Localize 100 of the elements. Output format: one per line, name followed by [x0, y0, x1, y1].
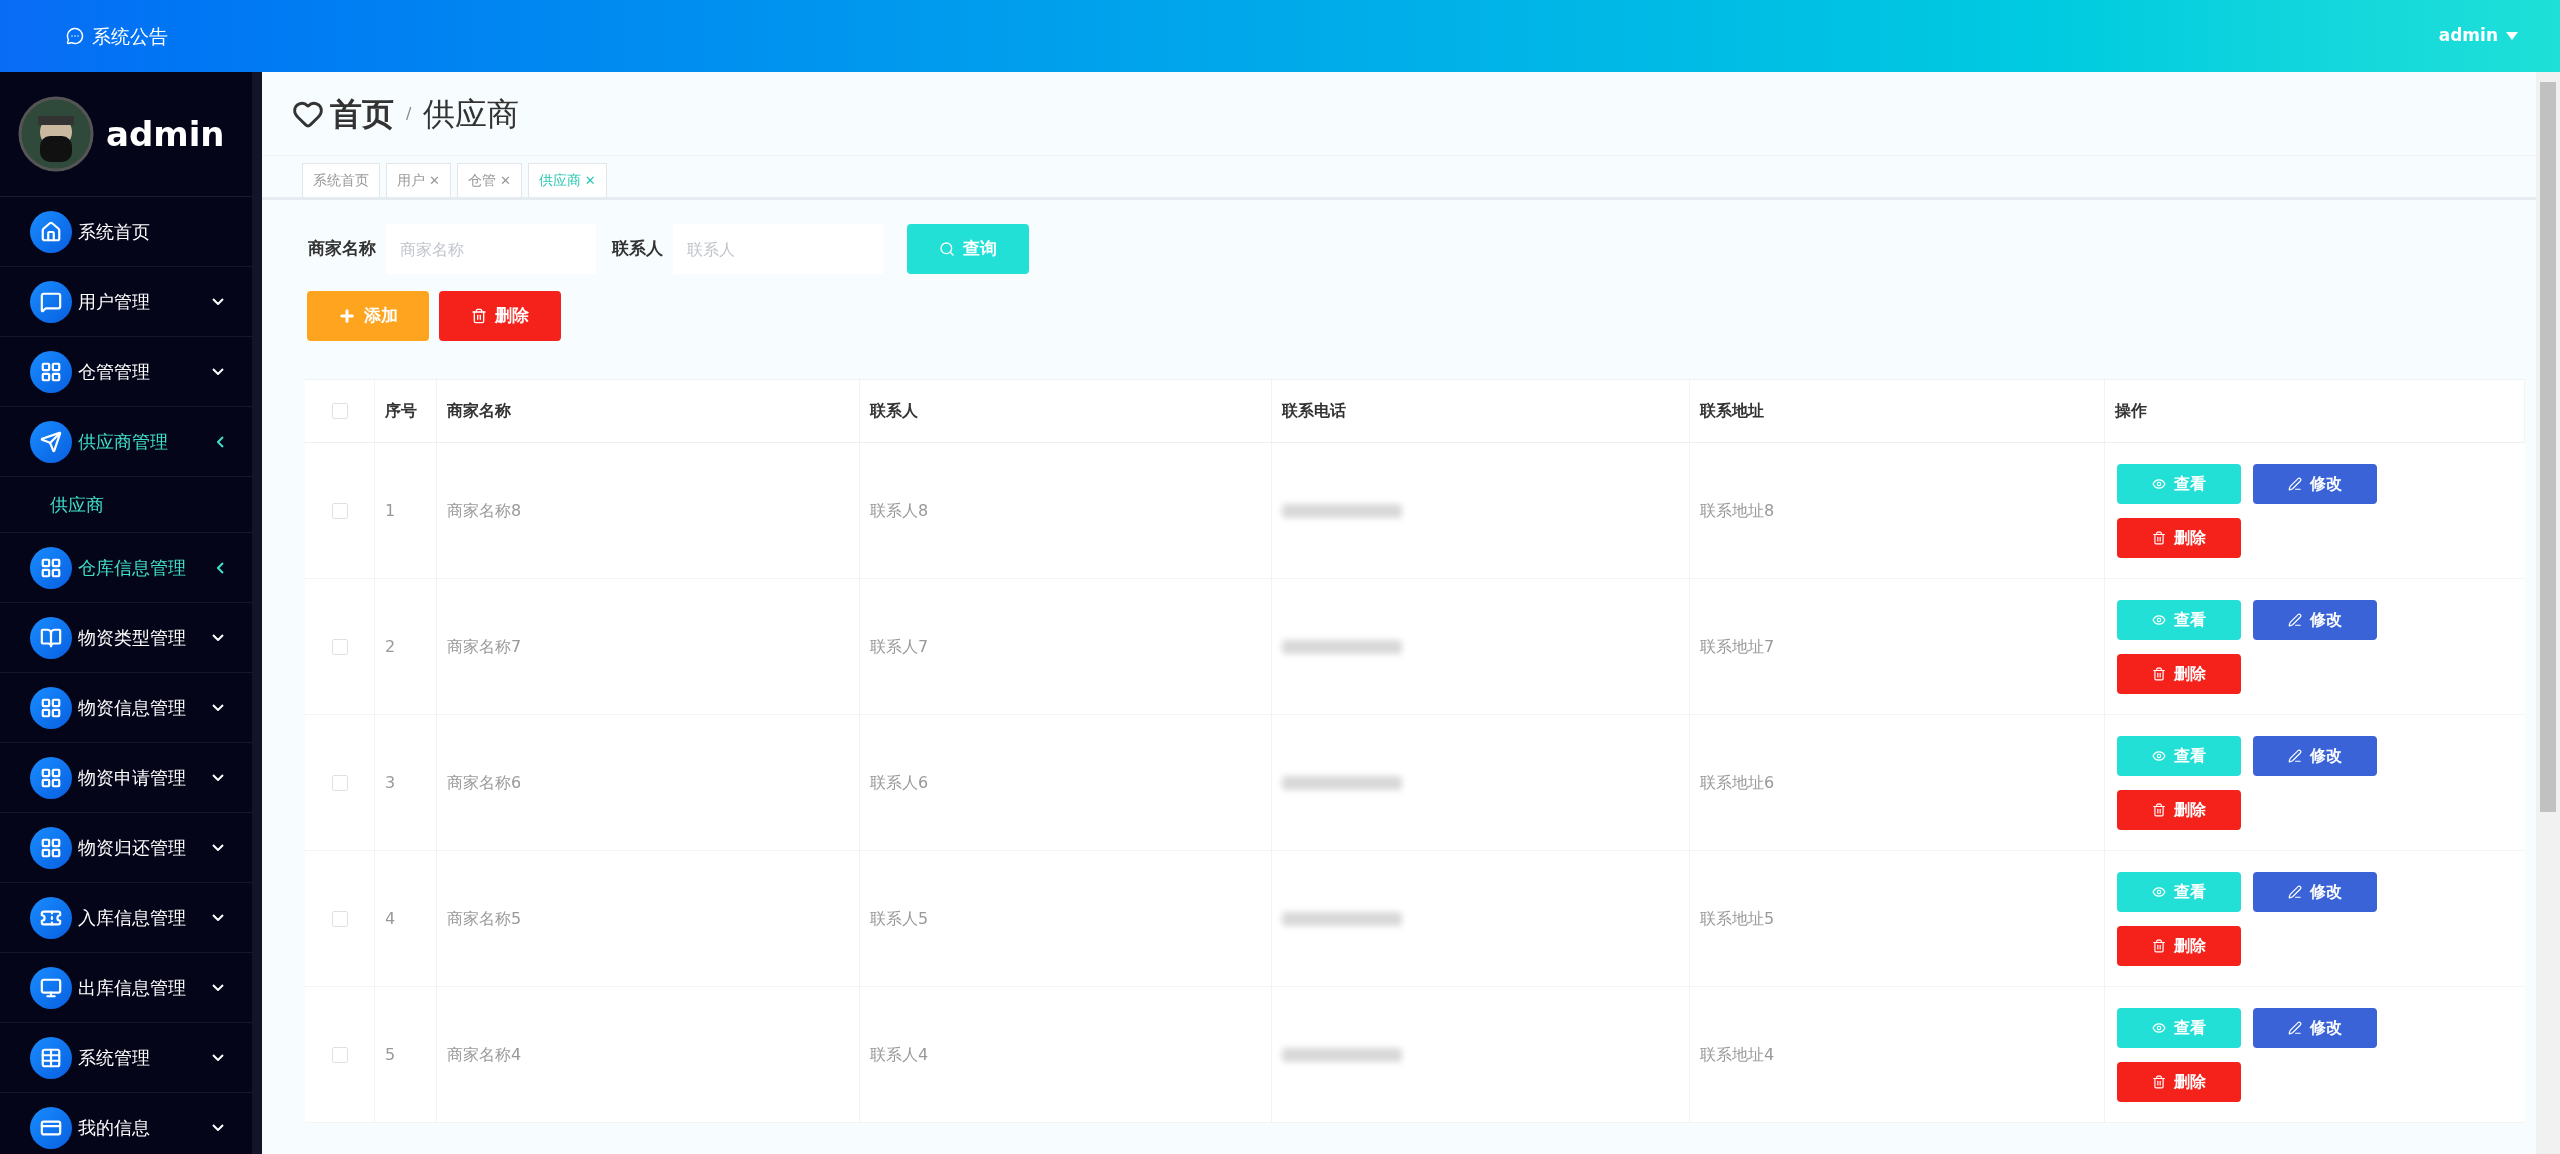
close-icon: ✕ [499, 170, 511, 191]
sidebar-item[interactable]: 供应商管理 [0, 407, 252, 477]
row-checkbox[interactable] [331, 502, 348, 519]
ticket-icon [30, 896, 72, 939]
table-cell-text: 联系地址6 [1700, 771, 1775, 794]
sidebar-item[interactable]: 系统首页 [0, 197, 252, 267]
sidebar-item[interactable]: 物资信息管理 [0, 673, 252, 743]
chat-bubble-icon [66, 27, 84, 45]
row-checkbox[interactable] [331, 910, 348, 927]
grid-icon [30, 686, 72, 729]
table-icon [30, 1036, 72, 1079]
monitor-icon [30, 966, 72, 1009]
table-cell-text: 联系地址8 [1700, 499, 1775, 522]
chevron-left-icon [217, 435, 224, 448]
table-cell-text: 联系人5 [870, 907, 929, 930]
sidebar-username: admin [106, 112, 225, 156]
field-label: 联系人 [612, 237, 663, 261]
page-tab[interactable]: 系统首页 [302, 163, 380, 197]
table-cell-text: 2 [385, 635, 396, 658]
breadcrumb-separator: / [406, 102, 412, 125]
select-all-checkbox[interactable] [331, 403, 348, 419]
breadcrumb-current: 供应商 [423, 93, 520, 135]
edit-button[interactable]: 修改 [2253, 871, 2377, 912]
table-cell-text: 商家名称6 [447, 771, 522, 794]
grid-icon [30, 756, 72, 799]
table-cell-text: 商家名称8 [447, 499, 522, 522]
sidebar-item[interactable]: 系统管理 [0, 1023, 252, 1093]
eye-icon [2152, 748, 2166, 763]
breadcrumb-home[interactable]: 首页 [330, 89, 394, 138]
scrollbar-thumb[interactable] [2540, 82, 2556, 812]
chevron-down-icon [212, 634, 224, 641]
announcement-button[interactable]: 系统公告 [66, 21, 168, 51]
eye-icon [2152, 884, 2166, 899]
plus-icon [338, 307, 356, 325]
column-header: 商家名称 [447, 400, 511, 422]
search-field[interactable]: 商家名称 [386, 224, 596, 274]
table-cell-text: 3 [385, 771, 396, 794]
row-delete-button[interactable]: 删除 [2117, 653, 2241, 694]
pen-icon [2288, 476, 2302, 491]
column-header: 操作 [2115, 400, 2147, 422]
sidebar-item[interactable]: 物资类型管理 [0, 603, 252, 673]
table-cell-text: 联系地址5 [1700, 907, 1775, 930]
chevron-down-icon [212, 774, 224, 781]
row-checkbox[interactable] [331, 638, 348, 655]
chevron-down-icon [212, 1124, 224, 1131]
sidebar-item[interactable]: 我的信息 [0, 1093, 252, 1154]
field-label: 商家名称 [308, 237, 376, 261]
card-icon [30, 1106, 72, 1149]
table-cell-text: 联系人8 [870, 499, 929, 522]
row-delete-button[interactable]: 删除 [2117, 517, 2241, 558]
table-cell-text: 商家名称7 [447, 635, 522, 658]
sidebar-subitem[interactable]: 供应商 [0, 477, 252, 533]
page-tab[interactable]: 仓管 ✕ [456, 163, 522, 197]
edit-button[interactable]: 修改 [2253, 735, 2377, 776]
close-icon: ✕ [584, 170, 596, 191]
house-icon [30, 210, 72, 253]
table-cell-text: 联系人4 [870, 1043, 929, 1066]
edit-button[interactable]: 修改 [2253, 1007, 2377, 1048]
sidebar-item[interactable]: 用户管理 [0, 267, 252, 337]
row-checkbox[interactable] [331, 1046, 348, 1063]
caret-icon [2506, 32, 2518, 40]
close-icon: ✕ [429, 170, 440, 191]
book-icon [30, 616, 72, 659]
search-field[interactable]: 联系人 [673, 224, 883, 274]
chevron-down-icon [212, 368, 224, 375]
sidebar-item[interactable]: 物资申请管理 [0, 743, 252, 813]
table-cell-text: 1 [385, 499, 396, 522]
column-header: 联系电话 [1282, 400, 1346, 422]
table-cell-text: 联系地址4 [1700, 1043, 1775, 1066]
page-tab[interactable]: 用户 ✕ [386, 163, 451, 197]
eye-icon [2152, 612, 2166, 627]
column-header: 序号 [385, 400, 417, 422]
chat-icon [30, 280, 72, 323]
row-delete-button[interactable]: 删除 [2117, 925, 2241, 966]
paper-plane-icon [30, 420, 72, 463]
delete-button[interactable]: 删除 [439, 291, 561, 341]
sidebar-item[interactable]: 物资归还管理 [0, 813, 252, 883]
row-checkbox[interactable] [331, 774, 348, 791]
trash-icon [2152, 938, 2166, 953]
trash-icon [2152, 530, 2166, 545]
trash-icon [2152, 802, 2166, 817]
table-cell-text: 联系地址7 [1700, 635, 1775, 658]
sidebar-item[interactable]: 出库信息管理 [0, 953, 252, 1023]
chevron-down-icon [212, 298, 224, 305]
row-delete-button[interactable]: 删除 [2117, 789, 2241, 830]
table-cell-text: 商家名称4 [447, 1043, 522, 1066]
chevron-down-icon [212, 984, 224, 991]
pen-icon [2288, 748, 2302, 763]
edit-button[interactable]: 修改 [2253, 463, 2377, 504]
sidebar-item[interactable]: 仓管管理 [0, 337, 252, 407]
sidebar-item[interactable]: 入库信息管理 [0, 883, 252, 953]
trash-icon [2152, 1074, 2166, 1089]
pen-icon [2288, 612, 2302, 627]
table-cell-text: 联系人6 [870, 771, 929, 794]
row-delete-button[interactable]: 删除 [2117, 1061, 2241, 1102]
sidebar-item[interactable]: 仓库信息管理 [0, 533, 252, 603]
table-cell-text: 商家名称5 [447, 907, 522, 930]
search-icon [939, 241, 955, 257]
edit-button[interactable]: 修改 [2253, 599, 2377, 640]
grid-icon [30, 350, 72, 393]
